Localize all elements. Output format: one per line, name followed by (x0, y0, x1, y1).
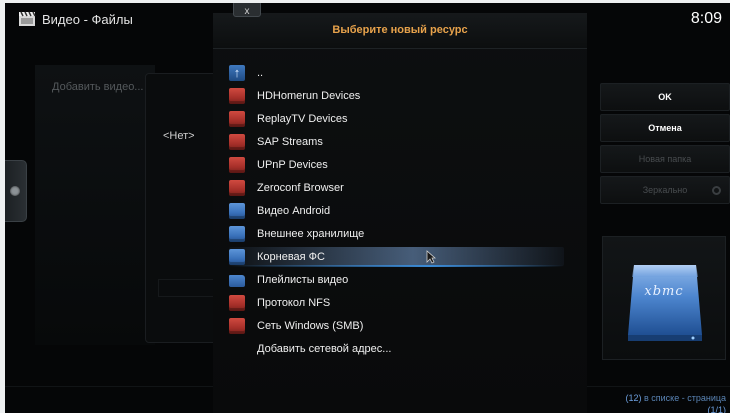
list-item-upnp[interactable]: UPnP Devices (229, 153, 569, 176)
list-item-smb[interactable]: Сеть Windows (SMB) (229, 314, 569, 337)
folder-icon (229, 275, 245, 287)
close-button[interactable]: x (233, 3, 261, 17)
list-item-external-storage[interactable]: Внешнее хранилище (229, 222, 569, 245)
blue-drive-icon (229, 225, 245, 242)
video-clapper-icon (19, 11, 36, 26)
background-field (158, 279, 220, 297)
list-item-label: ReplayTV Devices (257, 112, 348, 125)
blank-icon (229, 341, 245, 357)
page-indicator: (1/1) (707, 405, 726, 413)
mouse-cursor-icon (426, 250, 436, 264)
list-item-label: Добавить сетевой адрес... (257, 342, 392, 355)
red-drive-icon (229, 87, 245, 104)
item-count: (12) (625, 393, 642, 403)
new-folder-button[interactable]: Новая папка (600, 145, 730, 173)
clock: 8:09 (690, 10, 722, 27)
page-title: Видео - Файлы (42, 12, 133, 27)
list-item-label: SAP Streams (257, 135, 323, 148)
app-window: Видео - Файлы 8:09 Добавить видео... <Не… (5, 3, 730, 413)
red-drive-icon (229, 179, 245, 196)
status-text: в списке - страница (641, 393, 726, 403)
list-item-root-fs[interactable]: Корневая ФС (229, 245, 569, 268)
mirror-label: Зеркально (642, 185, 688, 195)
list-item-sap[interactable]: SAP Streams (229, 130, 569, 153)
list-item-hdhomerun[interactable]: HDHomerun Devices (229, 84, 569, 107)
source-list: ↑ .. HDHomerun Devices ReplayTV Devices … (229, 61, 569, 360)
red-drive-icon (229, 294, 245, 311)
hard-drive-icon (628, 265, 702, 341)
side-menu-knob-icon (10, 186, 20, 196)
side-menu-tab[interactable] (5, 160, 27, 222)
list-item-label: UPnP Devices (257, 158, 328, 171)
none-label: <Нет> (163, 130, 195, 142)
list-item-label: Корневая ФС (257, 250, 325, 263)
list-item-video-playlists[interactable]: Плейлисты видео (229, 268, 569, 291)
red-drive-icon (229, 317, 245, 334)
red-drive-icon (229, 133, 245, 150)
background-panel (35, 65, 155, 345)
list-item-android-video[interactable]: Видео Android (229, 199, 569, 222)
list-item-label: Сеть Windows (SMB) (257, 319, 364, 332)
ok-button[interactable]: OK (600, 83, 730, 111)
blue-drive-icon (229, 248, 245, 265)
list-item-replaytv[interactable]: ReplayTV Devices (229, 107, 569, 130)
cancel-button[interactable]: Отмена (600, 114, 730, 142)
source-browser-dialog: Выберите новый ресурс x ↑ .. HDHomerun D… (213, 3, 587, 413)
list-item-zeroconf[interactable]: Zeroconf Browser (229, 176, 569, 199)
dialog-header: Выберите новый ресурс (213, 13, 587, 49)
red-drive-icon (229, 110, 245, 127)
list-item-label: Zeroconf Browser (257, 181, 344, 194)
list-item-label: Протокол NFS (257, 296, 331, 309)
list-status: (12) в списке - страница (625, 393, 726, 403)
list-item-nfs[interactable]: Протокол NFS (229, 291, 569, 314)
list-item-label: .. (257, 66, 264, 79)
red-drive-icon (229, 156, 245, 173)
list-item-label: HDHomerun Devices (257, 89, 361, 102)
up-arrow-icon: ↑ (229, 64, 245, 81)
list-item-label: Плейлисты видео (257, 273, 349, 286)
add-video-label: Добавить видео... (52, 81, 144, 93)
radio-icon (712, 186, 721, 195)
dialog-title: Выберите новый ресурс (332, 24, 468, 36)
list-item-add-network[interactable]: Добавить сетевой адрес... (229, 337, 569, 360)
mirror-toggle[interactable]: Зеркально (600, 176, 730, 204)
blue-drive-icon (229, 202, 245, 219)
list-item-label: Внешнее хранилище (257, 227, 365, 240)
list-item-parent[interactable]: ↑ .. (229, 61, 569, 84)
xbmc-logo: xbmc (644, 284, 684, 299)
list-item-label: Видео Android (257, 204, 331, 217)
